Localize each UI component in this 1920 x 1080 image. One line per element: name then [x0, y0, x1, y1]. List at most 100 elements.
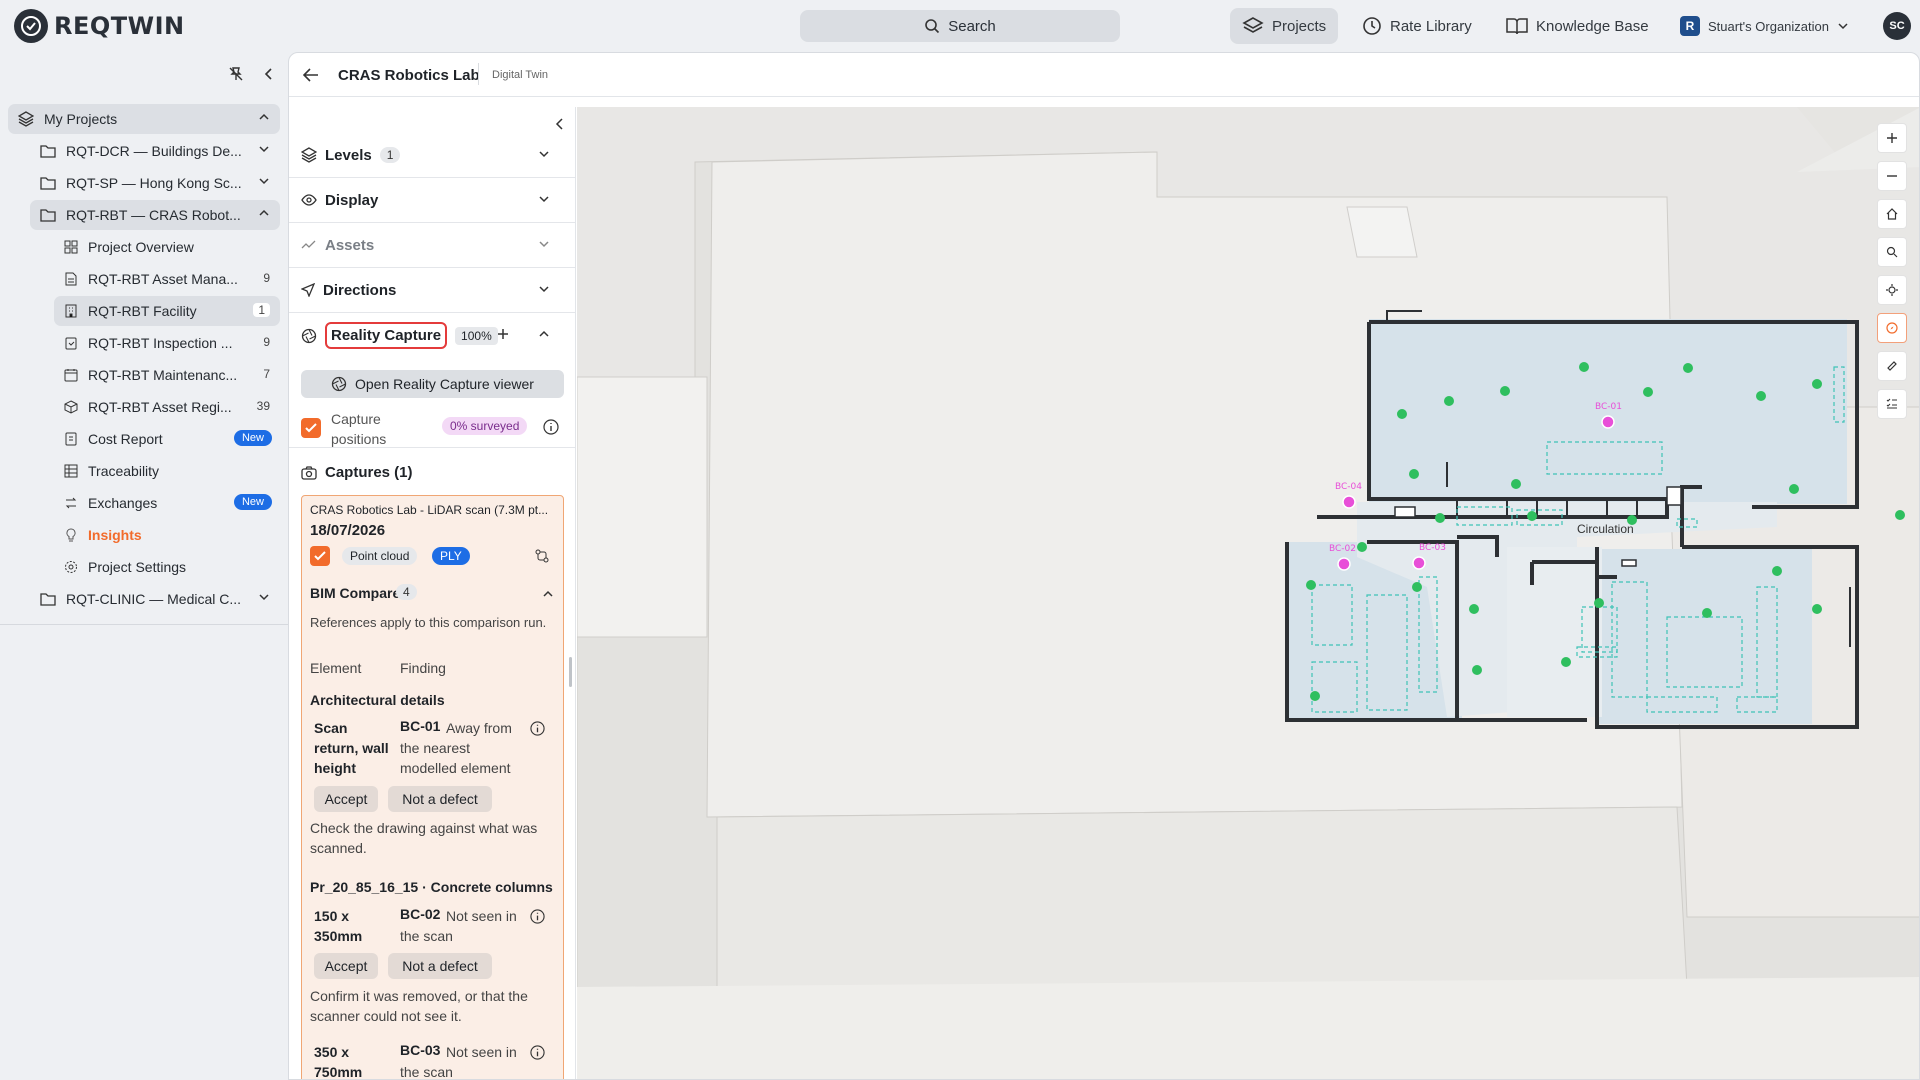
- not-a-defect-button[interactable]: Not a defect: [388, 953, 492, 979]
- zoom-in-button[interactable]: [1877, 123, 1907, 153]
- add-icon[interactable]: [497, 328, 509, 340]
- nav-knowledge-base[interactable]: Knowledge Base: [1494, 8, 1661, 44]
- chevron-up-icon: [539, 330, 549, 337]
- finding-element: 150 x 350mm: [314, 908, 363, 944]
- sidebar-project-rbt[interactable]: RQT-RBT — CRAS Robot...: [30, 200, 280, 230]
- sidebar-item-count: 39: [256, 399, 270, 413]
- finding-element: 350 x 750mm: [314, 1044, 363, 1080]
- info-icon[interactable]: [543, 419, 559, 435]
- camera-icon: [301, 465, 317, 480]
- sidebar-my-projects[interactable]: My Projects: [8, 104, 280, 134]
- reality-capture-title[interactable]: Reality Capture: [325, 322, 448, 349]
- accept-button[interactable]: Accept: [314, 953, 378, 979]
- capture-card[interactable]: CRAS Robotics Lab - LiDAR scan (7.3M pt.…: [301, 495, 564, 1080]
- info-icon[interactable]: [530, 721, 545, 736]
- accordion-levels[interactable]: Levels 1: [289, 133, 575, 178]
- sidebar-project-sp[interactable]: RQT-SP — Hong Kong Sc...: [30, 168, 280, 198]
- settings-icon: [65, 561, 77, 573]
- chevron-down-icon: [539, 196, 549, 203]
- marker-label-bc04[interactable]: BC-04: [1335, 482, 1362, 492]
- zoom-out-button[interactable]: [1877, 161, 1907, 191]
- sidebar-project-clinic[interactable]: RQT-CLINIC — Medical C...: [30, 584, 280, 614]
- checklist-button[interactable]: [1877, 389, 1907, 419]
- sidebar-item-asset-management[interactable]: RQT-RBT Asset Mana... 9: [54, 264, 280, 294]
- compass-button[interactable]: [1877, 313, 1907, 343]
- finding-text: Not seen in the scan: [400, 908, 517, 944]
- accordion-assets[interactable]: Assets: [289, 223, 575, 268]
- accordion-directions[interactable]: Directions: [289, 268, 575, 313]
- sidebar-item-count: 9: [263, 271, 270, 285]
- marker-label-bc03[interactable]: BC-03: [1419, 543, 1446, 553]
- compare-icon[interactable]: [534, 548, 550, 564]
- sidebar-item-label: Project Overview: [88, 239, 194, 255]
- sidebar-item-exchanges[interactable]: Exchanges New: [54, 488, 280, 518]
- layers-icon: [18, 111, 34, 127]
- captures-heading: Captures (1): [301, 464, 413, 481]
- info-icon[interactable]: [530, 1045, 545, 1060]
- app-logo[interactable]: REQTWIN: [14, 9, 185, 43]
- sidebar-tools: [228, 66, 276, 82]
- sidebar-item-label: Project Settings: [88, 559, 187, 575]
- unpin-icon[interactable]: [228, 66, 244, 82]
- sidebar-item-maintenance[interactable]: RQT-RBT Maintenanc... 7: [54, 360, 280, 390]
- nav-projects[interactable]: Projects: [1230, 8, 1339, 44]
- sidebar-item-inspection[interactable]: RQT-RBT Inspection ... 9: [54, 328, 280, 358]
- top-bar: REQTWIN Search Projects Rate Library Kno…: [0, 0, 1920, 52]
- chevron-down-icon: [539, 286, 549, 293]
- nav-rate-library[interactable]: Rate Library: [1350, 8, 1484, 44]
- info-icon[interactable]: [530, 909, 545, 924]
- org-switcher[interactable]: R Stuart's Organization: [1668, 8, 1861, 44]
- new-badge: New: [233, 494, 272, 510]
- avatar[interactable]: SC: [1883, 12, 1911, 40]
- sidebar-item-traceability[interactable]: Traceability: [54, 456, 280, 486]
- col-element-header: Element: [310, 660, 362, 676]
- home-button[interactable]: [1877, 199, 1907, 229]
- marker-label-bc02[interactable]: BC-02: [1329, 544, 1356, 554]
- open-reality-capture-viewer-button[interactable]: Open Reality Capture viewer: [301, 370, 564, 398]
- surveyed-badge: 0% surveyed: [442, 417, 528, 435]
- floor-plan-map[interactable]: BC-01 BC-04 BC-02 BC-03 Circulation: [576, 107, 1919, 1079]
- accept-button[interactable]: Accept: [314, 786, 378, 812]
- panel-scrollbar[interactable]: [569, 657, 572, 687]
- table-icon: [64, 464, 78, 478]
- sidebar-item-facility[interactable]: RQT-RBT Facility 1: [54, 296, 280, 326]
- back-arrow-icon[interactable]: [303, 68, 319, 82]
- search-icon: [1886, 246, 1898, 258]
- sidebar-item-insights[interactable]: Insights: [54, 520, 280, 550]
- sidebar-item-asset-register[interactable]: RQT-RBT Asset Regi... 39: [54, 392, 280, 422]
- sidebar-item-project-settings[interactable]: Project Settings: [54, 552, 280, 582]
- search-map-button[interactable]: [1877, 237, 1907, 267]
- sidebar-item-label: Cost Report: [88, 431, 163, 447]
- sidebar-item-cost-report[interactable]: Cost Report New: [54, 424, 280, 454]
- accordion-reality-capture[interactable]: Reality Capture 100%: [289, 313, 575, 358]
- check-icon: [314, 551, 326, 561]
- capture-visible-checkbox[interactable]: [310, 546, 330, 566]
- chevron-up-icon[interactable]: [542, 588, 554, 600]
- collapse-panel-icon[interactable]: [555, 117, 565, 131]
- check-icon: [305, 423, 317, 433]
- marker-label-bc01[interactable]: BC-01: [1595, 402, 1622, 412]
- panel-divider: [289, 447, 575, 448]
- accordion-display[interactable]: Display: [289, 178, 575, 223]
- locate-button[interactable]: [1877, 275, 1907, 305]
- compass-icon: [1886, 322, 1898, 334]
- layers-icon: [1242, 17, 1264, 33]
- folder-icon: [40, 145, 56, 158]
- sidebar: My Projects RQT-DCR — Buildings De... RQ…: [0, 52, 288, 1080]
- folder-icon: [40, 177, 56, 190]
- sidebar-project-dcr[interactable]: RQT-DCR — Buildings De...: [30, 136, 280, 166]
- logo-clock-icon: [14, 9, 48, 43]
- captures-title: Captures (1): [325, 464, 413, 481]
- capture-positions-checkbox[interactable]: [301, 418, 321, 438]
- measure-button[interactable]: [1877, 351, 1907, 381]
- accordion-label: Assets: [325, 236, 375, 254]
- search-button[interactable]: Search: [800, 10, 1120, 42]
- sidebar-item-project-overview[interactable]: Project Overview: [54, 232, 280, 262]
- zoom-out-icon: [1887, 175, 1897, 177]
- project-label: RQT-RBT — CRAS Robot...: [66, 207, 241, 223]
- not-a-defect-button[interactable]: Not a defect: [388, 786, 492, 812]
- eye-icon: [301, 194, 317, 206]
- collapse-sidebar-icon[interactable]: [262, 66, 276, 82]
- search-icon: [925, 19, 940, 34]
- finding-hint: Confirm it was removed, or that the scan…: [310, 988, 528, 1024]
